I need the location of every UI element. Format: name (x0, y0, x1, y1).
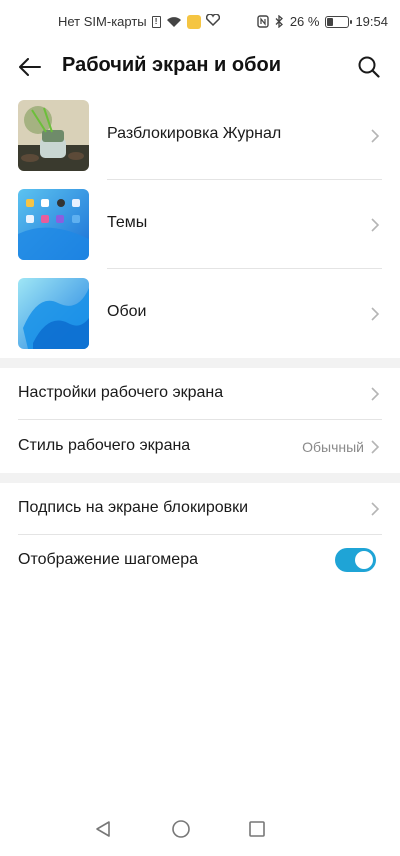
app-header: Рабочий экран и обои (0, 44, 400, 90)
back-arrow-icon (19, 58, 41, 76)
wallpapers-thumbnail (18, 278, 89, 349)
sim-missing-icon: ! (151, 15, 161, 28)
chevron-right-icon (371, 440, 380, 454)
back-button[interactable] (14, 52, 46, 82)
battery-percent: 26 % (289, 14, 320, 29)
unlock-journal-label: Разблокировка Журнал (107, 125, 282, 142)
lock-screen-signature-row[interactable]: Подпись на экране блокировки (0, 483, 400, 535)
themes-thumbnail (18, 189, 89, 260)
carrier-text: Нет SIM-карты (58, 14, 147, 29)
status-left: Нет SIM-карты ! (58, 13, 220, 29)
recents-square-icon (249, 821, 265, 837)
toggle-knob (355, 551, 373, 569)
chevron-right-icon (371, 218, 380, 232)
section-separator (0, 358, 400, 368)
pedometer-display-row: Отображение шагомера (0, 535, 400, 587)
nav-back-button[interactable] (90, 816, 116, 842)
divider (107, 268, 382, 269)
chevron-right-icon (371, 307, 380, 321)
list-item-themes[interactable]: Темы (0, 181, 400, 269)
home-circle-icon (172, 820, 190, 838)
home-screen-settings-row[interactable]: Настройки рабочего экрана (0, 368, 400, 420)
wifi-icon (166, 16, 182, 28)
clock: 19:54 (355, 14, 388, 29)
nav-recents-button[interactable] (244, 816, 270, 842)
search-button[interactable] (354, 52, 384, 82)
battery-icon (325, 15, 353, 28)
home-screen-style-row[interactable]: Стиль рабочего экрана Обычный (0, 421, 400, 473)
chevron-right-icon (371, 502, 380, 516)
unlock-journal-thumbnail (18, 100, 89, 171)
battery-fill (327, 17, 333, 26)
back-triangle-icon (96, 821, 110, 837)
bluetooth-icon (275, 15, 284, 28)
status-bar: Нет SIM-карты ! 26 % 19:54 (0, 0, 400, 44)
themes-label: Темы (107, 214, 148, 231)
chevron-right-icon (371, 129, 380, 143)
system-nav-bar (0, 804, 400, 856)
status-right: 26 % 19:54 (257, 14, 388, 29)
home-screen-settings-label: Настройки рабочего экрана (18, 384, 224, 401)
page-title: Рабочий экран и обои (62, 54, 281, 76)
pedometer-toggle[interactable] (335, 548, 376, 572)
search-icon (358, 56, 380, 78)
lock-screen-signature-label: Подпись на экране блокировки (18, 499, 249, 516)
pedometer-display-label: Отображение шагомера (18, 551, 198, 568)
notification-icon (186, 14, 201, 29)
nav-home-button[interactable] (168, 816, 194, 842)
nfc-icon (257, 15, 269, 28)
health-icon (205, 13, 220, 29)
divider (18, 419, 382, 420)
list-item-unlock-journal[interactable]: Разблокировка Журнал (0, 92, 400, 180)
divider (107, 179, 382, 180)
wallpapers-label: Обои (107, 303, 147, 320)
list-item-wallpapers[interactable]: Обои (0, 270, 400, 358)
section-separator (0, 473, 400, 483)
chevron-right-icon (371, 387, 380, 401)
home-screen-style-label: Стиль рабочего экрана (18, 437, 191, 454)
home-screen-style-value: Обычный (302, 439, 364, 455)
